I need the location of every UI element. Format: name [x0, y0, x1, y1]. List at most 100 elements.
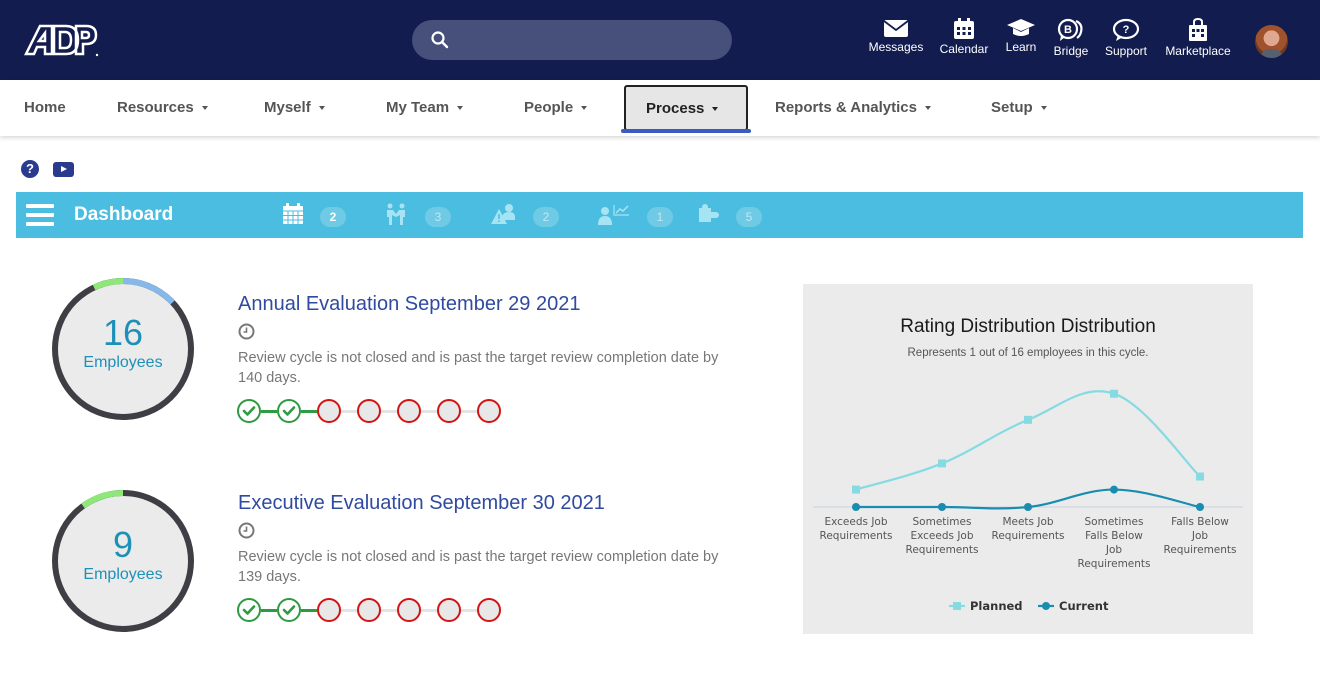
step-connector	[261, 609, 277, 612]
puzzle-icon[interactable]	[696, 203, 720, 225]
checkmark-icon	[242, 605, 256, 615]
marketplace-button[interactable]: Marketplace	[1162, 18, 1234, 58]
main-nav: Home Resources Myself My Team People Pro…	[0, 80, 1320, 136]
envelope-icon	[883, 20, 909, 37]
nav-setup[interactable]: Setup	[991, 80, 1047, 136]
checkmark-icon	[282, 406, 296, 416]
legend-item-planned[interactable]: Planned	[949, 599, 1023, 613]
series-line-planned	[855, 390, 1201, 491]
step-complete[interactable]	[277, 399, 301, 423]
shopping-bag-icon	[1189, 18, 1207, 41]
calendar-icon[interactable]	[281, 203, 305, 225]
help-icon[interactable]: ?	[21, 160, 39, 178]
step-incomplete[interactable]	[397, 399, 421, 423]
nav-people[interactable]: People	[524, 80, 588, 136]
step-incomplete[interactable]	[317, 399, 341, 423]
calendar-count-badge[interactable]: 2	[320, 207, 346, 227]
meetings-count-badge[interactable]: 3	[425, 207, 451, 227]
marketplace-label: Marketplace	[1165, 44, 1231, 58]
user-avatar[interactable]	[1255, 25, 1288, 58]
step-incomplete[interactable]	[317, 598, 341, 622]
learn-button[interactable]: Learn	[1002, 18, 1040, 54]
caret-down-icon	[318, 106, 325, 111]
employee-count-label: Employees	[83, 566, 163, 583]
step-incomplete[interactable]	[477, 598, 501, 622]
review-steps	[237, 399, 507, 423]
step-complete[interactable]	[277, 598, 301, 622]
messages-button[interactable]: Messages	[868, 18, 924, 54]
support-button[interactable]: ? Support	[1102, 18, 1150, 58]
bridge-label: Bridge	[1053, 44, 1089, 58]
step-incomplete[interactable]	[357, 598, 381, 622]
nav-reports-analytics[interactable]: Reports & Analytics	[775, 80, 931, 136]
x-tick-label: Meets Job Requirements	[992, 516, 1065, 542]
caret-down-icon	[581, 106, 588, 111]
data-point-current[interactable]	[852, 503, 860, 511]
rating-distribution-chart: Rating Distribution Distribution Represe…	[803, 284, 1253, 634]
bridge-chat-icon: B	[1057, 18, 1083, 41]
x-tick-label: Sometimes Falls Below Job Requirements	[1078, 516, 1151, 570]
data-point-current[interactable]	[1196, 503, 1204, 511]
warning-person-icon[interactable]	[491, 203, 515, 225]
review-title[interactable]: Annual Evaluation September 29 2021	[238, 293, 580, 316]
caret-down-icon	[712, 107, 719, 112]
step-connector	[421, 609, 437, 612]
graduation-cap-icon	[1007, 19, 1035, 36]
step-complete[interactable]	[237, 598, 261, 622]
performance-count-badge[interactable]: 1	[647, 207, 673, 227]
data-point-current[interactable]	[938, 503, 946, 511]
step-incomplete[interactable]	[397, 598, 421, 622]
data-point-planned[interactable]	[1110, 389, 1118, 398]
hamburger-menu-icon[interactable]	[26, 204, 54, 226]
employee-count: 9	[112, 524, 134, 565]
handshake-people-icon[interactable]	[384, 203, 408, 225]
step-connector	[341, 609, 357, 612]
nav-myself[interactable]: Myself	[264, 80, 325, 136]
messages-label: Messages	[868, 40, 924, 54]
search-bar[interactable]	[412, 20, 732, 60]
nav-process[interactable]: Process	[624, 85, 748, 131]
legend-item-current[interactable]: Current	[1038, 599, 1109, 613]
step-complete[interactable]	[237, 399, 261, 423]
data-point-planned[interactable]	[1196, 472, 1204, 481]
legend-label: Planned	[970, 599, 1023, 613]
top-header: Messages Calendar Learn B Bridge ? Suppo…	[0, 0, 1320, 80]
step-incomplete[interactable]	[437, 598, 461, 622]
tasks-count-badge[interactable]: 5	[736, 207, 762, 227]
warnings-count-badge[interactable]: 2	[533, 207, 559, 227]
person-chart-icon[interactable]	[598, 203, 630, 225]
active-tab-indicator	[621, 129, 751, 133]
adp-logo[interactable]	[24, 22, 100, 58]
step-incomplete[interactable]	[357, 399, 381, 423]
bridge-button[interactable]: B Bridge	[1050, 18, 1092, 58]
data-point-planned[interactable]	[938, 459, 946, 468]
nav-my-team[interactable]: My Team	[386, 80, 464, 136]
search-input[interactable]	[460, 20, 720, 60]
step-incomplete[interactable]	[437, 399, 461, 423]
legend-marker-square	[953, 602, 961, 610]
calendar-button[interactable]: Calendar	[937, 18, 991, 56]
nav-resources[interactable]: Resources	[117, 80, 208, 136]
review-title[interactable]: Executive Evaluation September 30 2021	[238, 492, 605, 515]
checkmark-icon	[242, 406, 256, 416]
nav-home[interactable]: Home	[24, 80, 66, 136]
step-connector	[261, 410, 277, 413]
question-bubble-icon: ?	[1112, 18, 1140, 41]
data-point-current[interactable]	[1110, 485, 1118, 494]
step-connector	[301, 609, 317, 612]
step-incomplete[interactable]	[477, 399, 501, 423]
youtube-icon[interactable]	[53, 162, 74, 177]
data-point-planned[interactable]	[852, 485, 860, 494]
step-connector	[421, 410, 437, 413]
step-connector	[301, 410, 317, 413]
clock-icon	[238, 323, 255, 340]
legend-label: Current	[1059, 599, 1109, 613]
step-connector	[341, 410, 357, 413]
data-point-planned[interactable]	[1024, 415, 1032, 424]
step-connector	[381, 410, 397, 413]
review-steps	[237, 598, 507, 622]
data-point-current[interactable]	[1024, 503, 1032, 511]
checkmark-icon	[282, 605, 296, 615]
caret-down-icon	[1040, 106, 1047, 111]
x-tick-label: Exceeds Job Requirements	[820, 516, 893, 542]
